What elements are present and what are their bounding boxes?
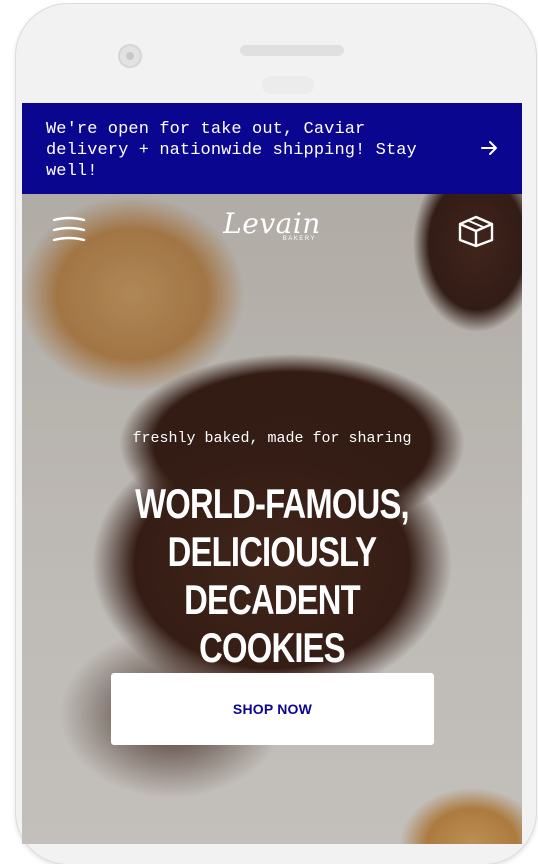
hero-section: Levain BAKERY freshly baked, made for sh… [22, 194, 522, 844]
announcement-banner[interactable]: We're open for take out, Caviar delivery… [22, 103, 522, 194]
screen: We're open for take out, Caviar delivery… [22, 103, 522, 844]
speaker-grille [240, 45, 344, 56]
shop-now-button[interactable]: SHOP NOW [111, 673, 434, 745]
shipping-box-icon[interactable] [456, 214, 496, 248]
hamburger-menu-icon[interactable] [52, 216, 86, 244]
arrow-right-icon[interactable] [480, 139, 498, 157]
hero-tagline: freshly baked, made for sharing [132, 430, 412, 447]
levain-logo[interactable]: Levain BAKERY [222, 208, 322, 243]
hero-headline: WORLD-FAMOUS, DELICIOUSLY DECADENT COOKI… [135, 480, 410, 671]
camera-icon [118, 44, 142, 68]
banner-text: We're open for take out, Caviar delivery… [46, 120, 417, 181]
sensor [262, 76, 314, 94]
